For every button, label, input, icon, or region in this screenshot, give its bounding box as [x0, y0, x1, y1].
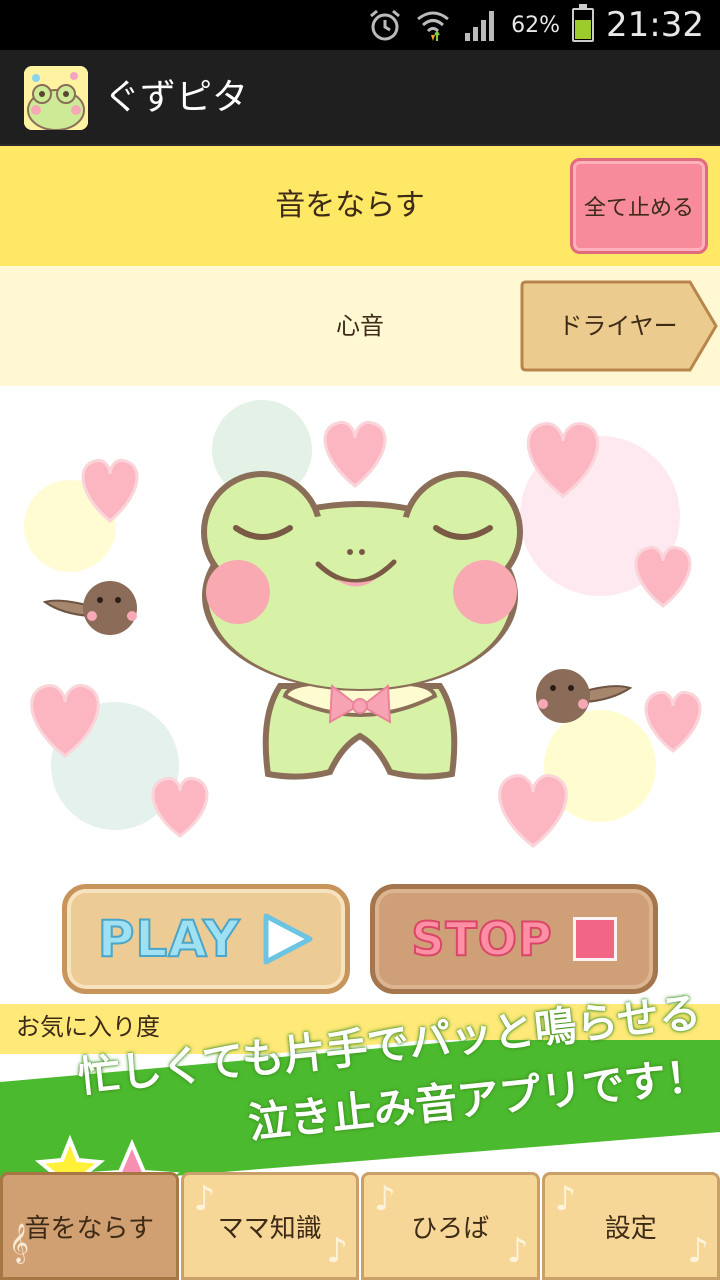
tab-label: ママ知識 [217, 1213, 322, 1244]
alarm-icon [370, 9, 401, 41]
music-note-icon: ♪ [687, 1231, 709, 1271]
bottom-tab-bar: 𝄞 音をならす ♪ ♪ ママ知識 ♪ ♪ ひろば ♪ ♪ 設定 [0, 1172, 720, 1280]
stop-label: STOP [410, 911, 553, 967]
track-selector: 心音 ドライヤー [0, 266, 720, 386]
stop-button[interactable]: STOP [370, 884, 658, 994]
current-track-label: 心音 [336, 312, 384, 340]
app-title: ぐずピタ [104, 77, 249, 118]
next-track-label: ドライヤー [558, 312, 677, 340]
frog-app-icon[interactable] [24, 66, 88, 130]
wifi-icon [417, 11, 450, 41]
tab-settings[interactable]: ♪ ♪ 設定 [541, 1172, 720, 1280]
tadpole-icon [42, 581, 137, 635]
tab-label: 設定 [604, 1213, 657, 1244]
signal-icon [465, 11, 495, 41]
status-icons: 62% 21:32 [367, 0, 704, 50]
frog-icon [201, 471, 523, 780]
play-label: PLAY [97, 909, 241, 969]
battery-percent: 62% [511, 12, 561, 38]
music-note-icon: ♪ [193, 1179, 216, 1219]
tab-plaza[interactable]: ♪ ♪ ひろば [361, 1172, 540, 1280]
tab-label: 音をならす [24, 1213, 154, 1244]
music-note-icon: ♪ [326, 1231, 348, 1271]
stop-all-button[interactable]: 全て止める [570, 158, 708, 254]
music-note-icon: ♪ [506, 1231, 529, 1271]
clock: 21:32 [606, 5, 704, 45]
status-bar: 62% 21:32 [0, 0, 720, 50]
stop-icon [572, 917, 617, 961]
app-bar: ぐずピタ [0, 50, 720, 146]
music-note-icon: ♪ [554, 1179, 577, 1219]
sound-header: 音をならす 全て止める [0, 146, 720, 266]
battery-icon [572, 4, 595, 42]
frog-illustration [24, 400, 702, 848]
tab-label: ひろば [411, 1213, 490, 1244]
play-button[interactable]: PLAY [62, 884, 350, 994]
tab-mama-knowledge[interactable]: ♪ ♪ ママ知識 [180, 1172, 359, 1280]
tab-play-sound[interactable]: 𝄞 音をならす [0, 1172, 179, 1280]
play-icon [263, 913, 313, 965]
music-note-icon: ♪ [374, 1179, 396, 1219]
next-track-button[interactable]: ドライヤー [520, 278, 720, 374]
